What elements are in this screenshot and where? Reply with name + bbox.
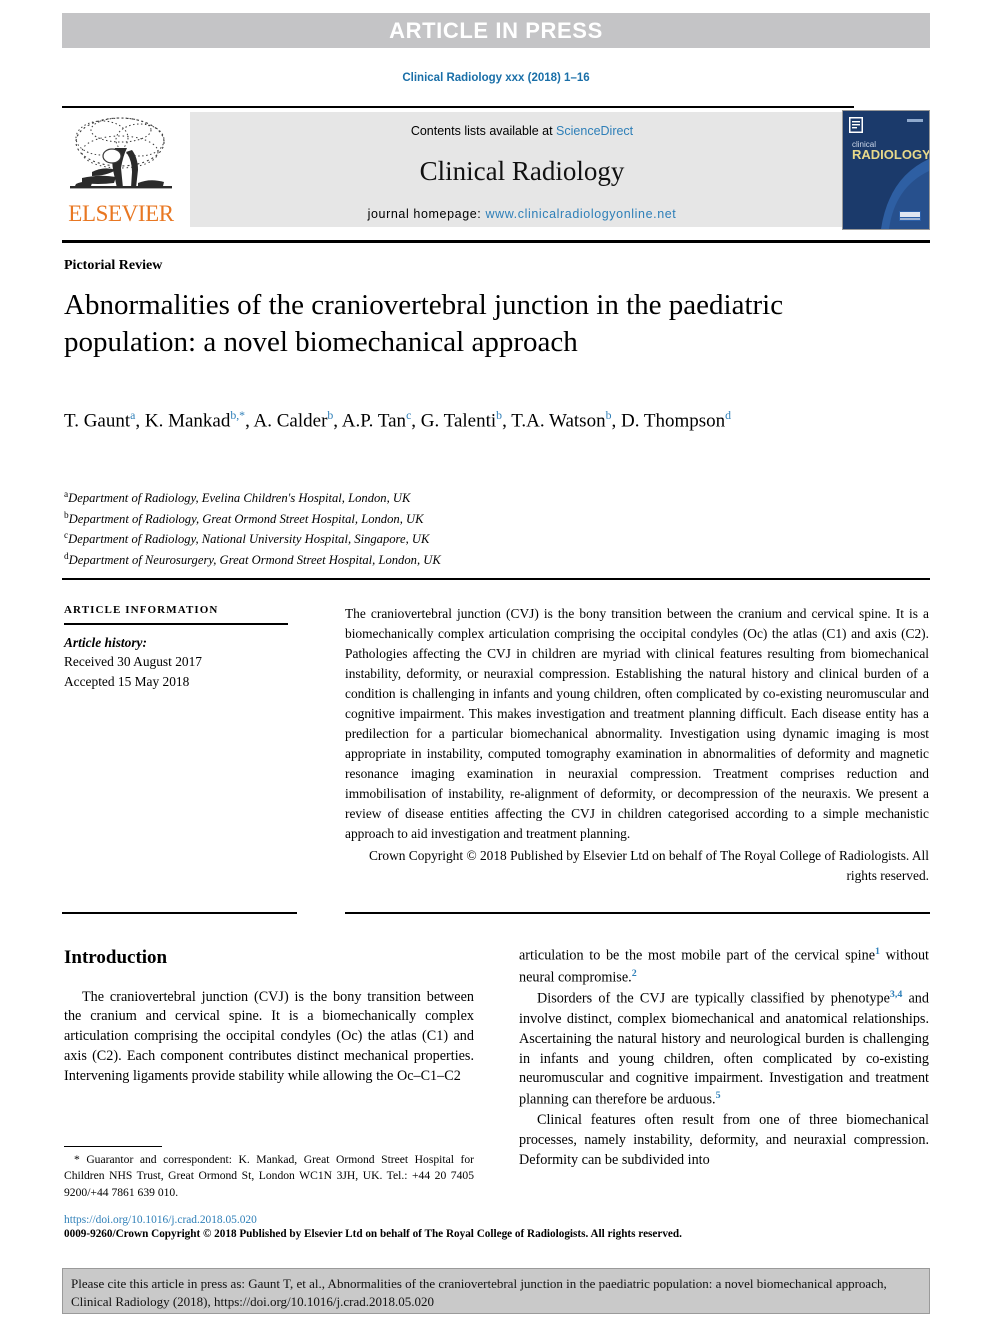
abstract-copyright: Crown Copyright © 2018 Published by Else… [368, 848, 929, 884]
intro-p2-text-b: and involve distinct, complex biomechani… [519, 990, 929, 1109]
running-head-citation: Clinical Radiology xxx (2018) 1–16 [402, 72, 590, 84]
doi-block: https://doi.org/10.1016/j.crad.2018.05.0… [64, 1214, 930, 1240]
svg-text:RADIOLOGY: RADIOLOGY [852, 147, 929, 162]
article-received-date: Received 30 August 2017 [64, 654, 202, 670]
author-separator: , [245, 410, 254, 432]
author-list: T. Gaunta, K. Mankadb,*, A. Calderb, A.P… [64, 408, 864, 435]
page-title: Abnormalities of the craniovertebral jun… [64, 289, 784, 358]
journal-homepage-line: journal homepage: www.clinicalradiologyo… [190, 207, 854, 221]
affiliation-item: dDepartment of Neurosurgery, Great Ormon… [64, 550, 884, 571]
body-column-right: articulation to be the most mobile part … [519, 945, 929, 1171]
article-accepted-date: Accepted 15 May 2018 [64, 674, 190, 690]
contents-available-line: Contents lists available at ScienceDirec… [190, 124, 854, 138]
elsevier-logo: ELSEVIER [62, 112, 180, 230]
intro-paragraph-3: Clinical features often result from one … [519, 1111, 929, 1168]
journal-masthead: ELSEVIER Contents lists available at Sci… [62, 110, 930, 232]
footnote-separator-rule [64, 1146, 162, 1148]
journal-cover-thumbnail: clinical RADIOLOGY [842, 110, 930, 230]
author-affiliation-mark[interactable]: d [725, 409, 731, 422]
abstract-block: The craniovertebral junction (CVJ) is th… [345, 604, 929, 886]
affiliation-item: bDepartment of Radiology, Great Ormond S… [64, 509, 884, 530]
contents-available-prefix: Contents lists available at [410, 124, 557, 138]
affiliation-text: Department of Radiology, Great Ormond St… [68, 511, 424, 526]
footnote-text: * Guarantor and correspondent: K. Mankad… [64, 1153, 474, 1199]
article-information-rule [64, 623, 288, 625]
author-separator: , [135, 410, 145, 432]
article-history: Article history: Received 30 August 2017… [64, 633, 312, 692]
intro-paragraph-2: Disorders of the CVJ are typically class… [519, 988, 929, 1111]
body-column-left: Introduction The craniovertebral junctio… [64, 945, 474, 1087]
author-separator: , [502, 410, 512, 432]
journal-homepage-prefix: journal homepage: [367, 207, 486, 221]
author-separator: , [333, 410, 342, 432]
article-type-label: Pictorial Review [64, 258, 163, 273]
affiliation-text: Department of Neurosurgery, Great Ormond… [68, 552, 441, 567]
doi-link[interactable]: https://doi.org/10.1016/j.crad.2018.05.0… [64, 1214, 930, 1226]
citation-ref-3-4[interactable]: 3,4 [890, 989, 902, 1000]
intro-p1-text-a: articulation to be the most mobile part … [519, 947, 876, 964]
author-affiliation-mark[interactable]: b,* [230, 409, 245, 422]
journal-homepage-link[interactable]: www.clinicalradiologyonline.net [485, 207, 676, 221]
corresponding-author-footnote: * Guarantor and correspondent: K. Mankad… [64, 1152, 474, 1201]
author-name: T. Gaunt [64, 410, 131, 432]
intro-p2-text-a: Disorders of the CVJ are typically class… [537, 990, 890, 1007]
author-separator: , [611, 410, 621, 432]
author-name: D. Thompson [620, 410, 726, 432]
masthead-top-rule [62, 106, 854, 108]
article-information-block: ARTICLE INFORMATION Article history: Rec… [64, 604, 312, 692]
author-name: A. Calder [253, 410, 328, 432]
issn-copyright-line: 0009-9260/Crown Copyright © 2018 Publish… [64, 1228, 682, 1240]
abstract-bottom-rule-right [345, 912, 930, 914]
abstract-top-rule [62, 578, 930, 580]
affiliation-text: Department of Radiology, Evelina Childre… [68, 491, 411, 506]
affiliation-item: cDepartment of Radiology, National Unive… [64, 529, 884, 550]
elsevier-tree-icon [68, 112, 174, 200]
article-in-press-label: ARTICLE IN PRESS [389, 17, 603, 43]
contents-panel: Contents lists available at ScienceDirec… [190, 112, 854, 227]
cite-this-article-text: Please cite this article in press as: Ga… [71, 1276, 887, 1309]
intro-paragraph-1: The craniovertebral junction (CVJ) is th… [64, 988, 474, 1085]
abstract-text: The craniovertebral junction (CVJ) is th… [345, 606, 929, 842]
intro-paragraph-1-continued: articulation to be the most mobile part … [519, 945, 929, 988]
article-history-label: Article history: [64, 634, 147, 650]
masthead-bottom-rule [62, 240, 930, 243]
journal-title: Clinical Radiology [419, 156, 625, 186]
sciencedirect-link[interactable]: ScienceDirect [556, 124, 633, 138]
author-name: A.P. Tan [341, 410, 407, 432]
author-name: T.A. Watson [511, 410, 606, 432]
citation-ref-2[interactable]: 2 [632, 968, 637, 979]
section-heading-introduction: Introduction [64, 947, 168, 968]
citation-ref-5[interactable]: 5 [716, 1090, 721, 1101]
article-in-press-banner: ARTICLE IN PRESS [62, 13, 930, 48]
affiliation-text: Department of Radiology, National Univer… [68, 532, 430, 547]
author-separator: , [411, 410, 421, 432]
cite-this-article-box: Please cite this article in press as: Ga… [62, 1268, 930, 1314]
article-information-heading: ARTICLE INFORMATION [64, 604, 219, 616]
author-name: K. Mankad [144, 410, 231, 432]
elsevier-wordmark: ELSEVIER [68, 201, 174, 226]
abstract-bottom-rule-left [62, 912, 297, 914]
affiliation-item: aDepartment of Radiology, Evelina Childr… [64, 488, 884, 509]
affiliation-list: aDepartment of Radiology, Evelina Childr… [64, 488, 884, 570]
author-name: G. Talenti [420, 410, 497, 432]
